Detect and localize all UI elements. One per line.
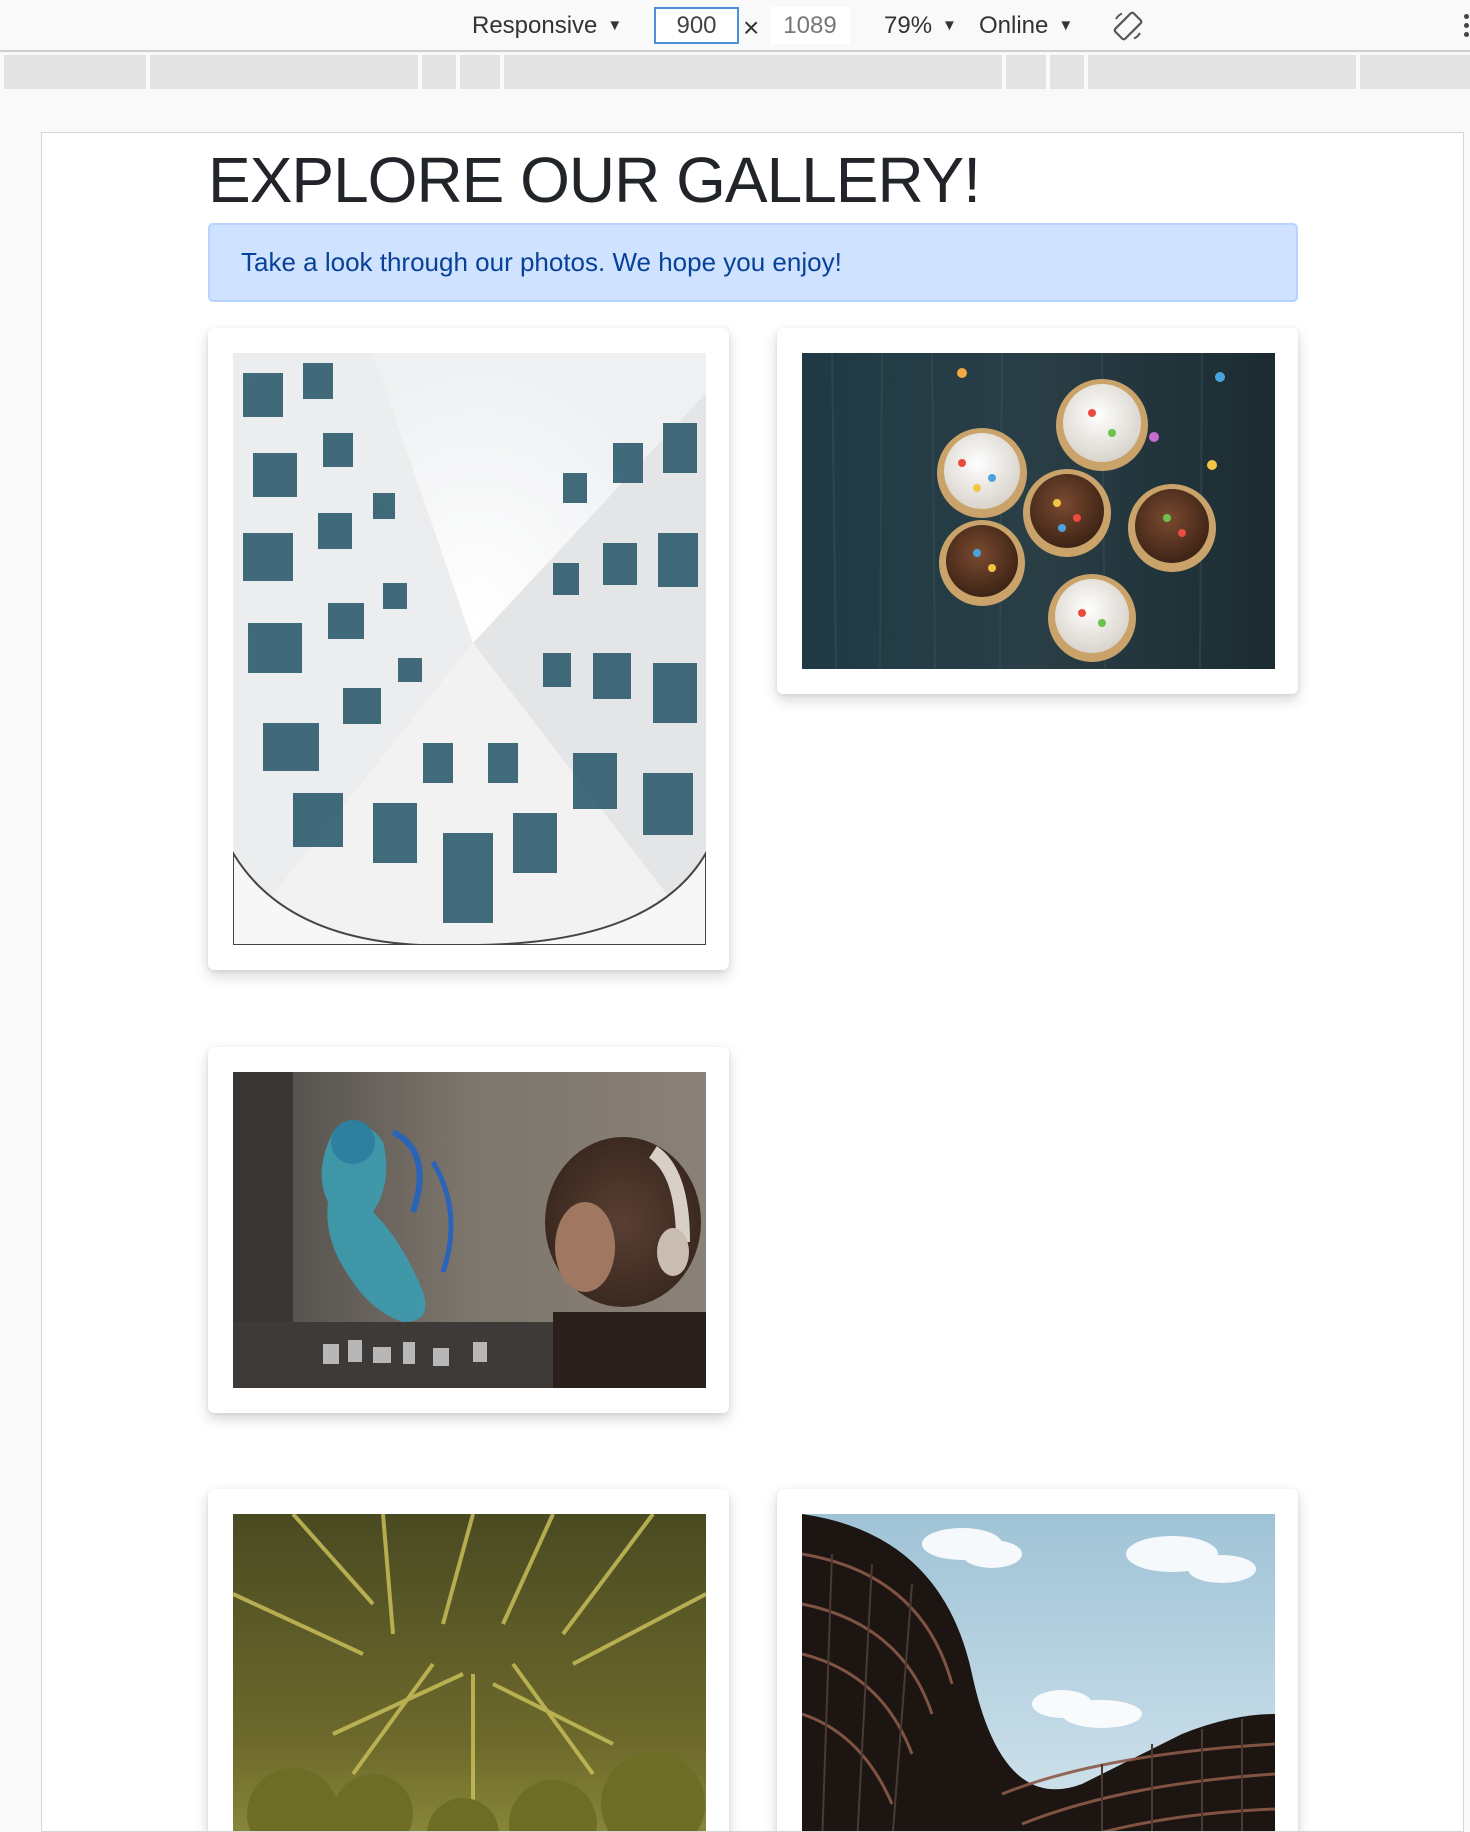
caret-down-icon: ▼ <box>1058 17 1074 34</box>
media-query-segment[interactable] <box>150 55 418 89</box>
gallery-image-cupcakes[interactable] <box>802 353 1275 669</box>
caret-down-icon: ▼ <box>607 17 623 34</box>
caret-down-icon: ▼ <box>942 17 957 34</box>
viewport-height-input[interactable] <box>770 7 850 44</box>
zoom-select[interactable]: 79% ▼ <box>884 0 957 52</box>
gallery-card <box>208 1489 729 1832</box>
device-select[interactable]: Responsive ▼ <box>472 0 622 52</box>
media-query-segment[interactable] <box>422 55 456 89</box>
gallery-card <box>777 328 1298 694</box>
network-throttle-select[interactable]: Online ▼ <box>979 0 1073 52</box>
gallery-card <box>777 1489 1298 1832</box>
media-query-segment[interactable] <box>4 55 146 89</box>
media-query-segment[interactable] <box>460 55 500 89</box>
viewport-width-input[interactable] <box>654 7 739 44</box>
network-select-label: Online <box>979 12 1049 39</box>
media-query-segment[interactable] <box>1088 55 1356 89</box>
devtools-toolbar: Responsive ▼ × 79% ▼ Online ▼ <box>0 0 1470 52</box>
more-options-icon[interactable] <box>1464 14 1470 40</box>
media-query-segment[interactable] <box>1006 55 1046 89</box>
gallery-card <box>208 328 729 970</box>
media-query-segment[interactable] <box>1050 55 1084 89</box>
gallery-image-building[interactable] <box>233 353 706 945</box>
media-query-bar <box>0 55 1470 89</box>
device-select-label: Responsive <box>472 12 598 39</box>
rotate-icon <box>1113 11 1143 41</box>
times-icon: × <box>743 12 760 43</box>
gallery-image-palms[interactable] <box>233 1514 706 1832</box>
zoom-select-label: 79% <box>884 12 933 39</box>
gallery-image-curved-building[interactable] <box>802 1514 1275 1832</box>
emulated-viewport: EXPLORE OUR GALLERY! Take a look through… <box>41 132 1464 1832</box>
gallery-card <box>208 1047 729 1413</box>
page-title: EXPLORE OUR GALLERY! <box>208 144 981 216</box>
rotate-device-button[interactable] <box>1112 10 1144 42</box>
info-alert: Take a look through our photos. We hope … <box>208 223 1298 302</box>
gallery-image-street-art[interactable] <box>233 1072 706 1388</box>
media-query-segment[interactable] <box>1360 55 1470 89</box>
media-query-segment[interactable] <box>504 55 1002 89</box>
